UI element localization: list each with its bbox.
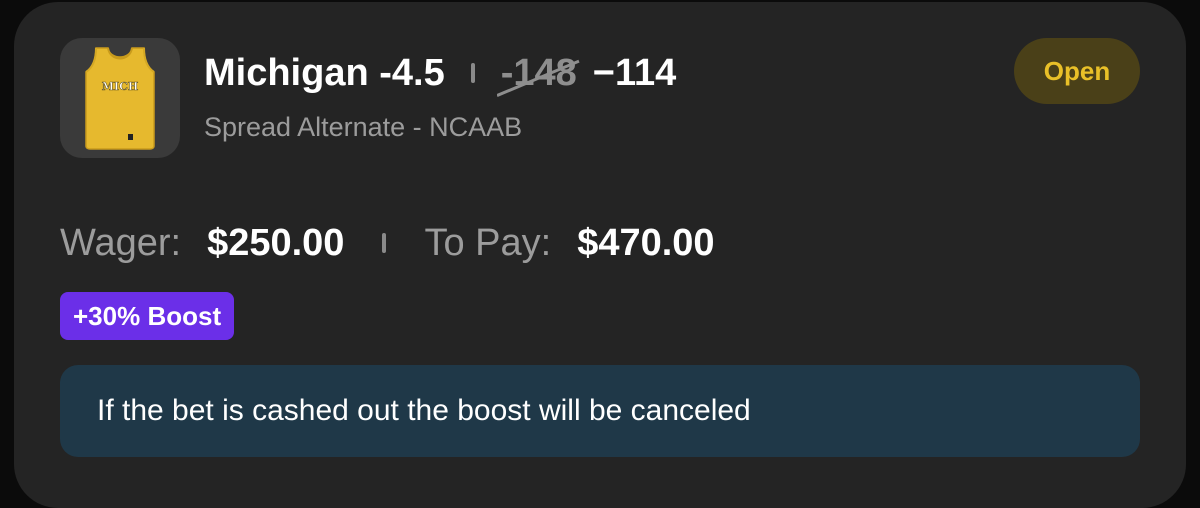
jersey-text: MICH	[102, 80, 138, 93]
original-odds-value: -148	[500, 51, 577, 94]
notice-text: If the bet is cashed out the boost will …	[97, 394, 751, 427]
boost-badge: +30% Boost	[60, 292, 235, 340]
market-subtitle: Spread Alternate - NCAAB	[204, 112, 523, 142]
title-separator	[470, 63, 475, 83]
cashout-notice: If the bet is cashed out the boost will …	[60, 365, 1140, 457]
boosted-odds: −114	[592, 51, 677, 94]
to-pay-label: To Pay:	[424, 221, 552, 264]
team-logo-tile: MICH	[60, 38, 180, 158]
jersey-icon: MICH	[85, 47, 155, 150]
status-badge: Open	[1014, 38, 1140, 104]
amounts-row: Wager: $250.00 To Pay: $470.00	[60, 216, 715, 270]
bet-card[interactable]: MICH Michigan -4.5 -148 −114 Spread Alte…	[14, 2, 1186, 508]
bet-title-row: Michigan -4.5 -148 −114	[204, 48, 676, 98]
bet-selection: Michigan -4.5	[204, 51, 445, 94]
wager-value: $250.00	[207, 221, 345, 264]
amounts-separator	[382, 233, 387, 253]
original-odds: -148	[496, 51, 580, 97]
to-pay-value: $470.00	[577, 221, 715, 264]
wager-label: Wager:	[60, 221, 182, 264]
